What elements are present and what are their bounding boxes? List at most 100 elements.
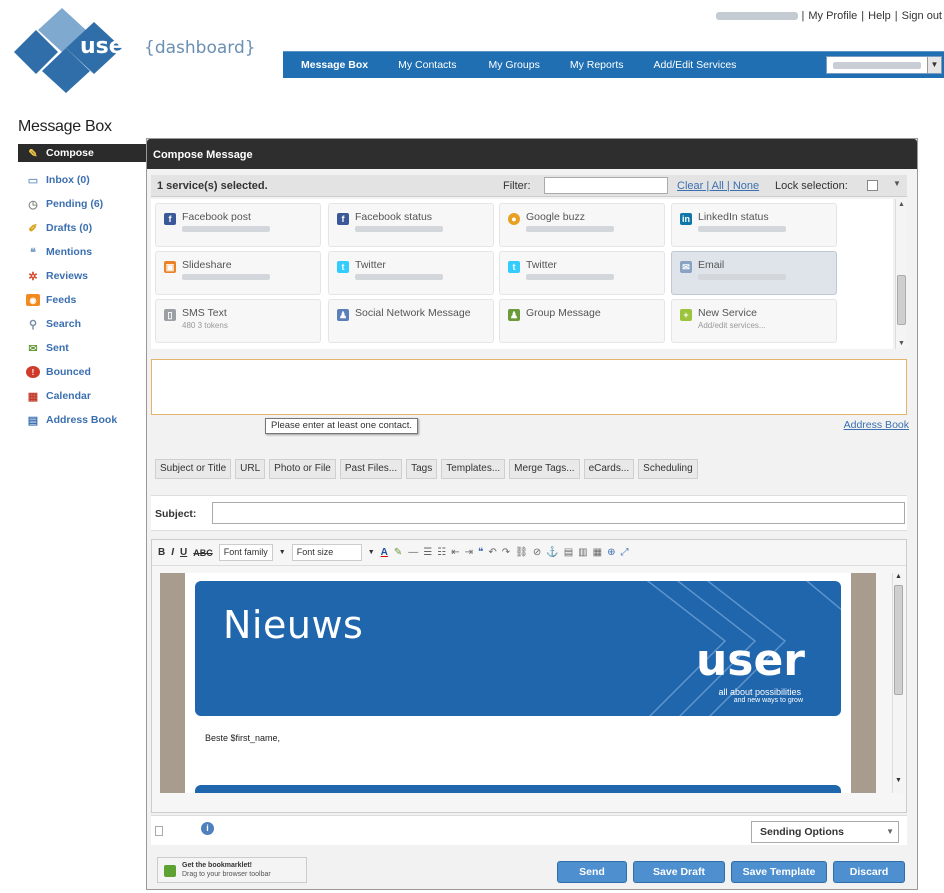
scroll-down-icon[interactable]: ▼ xyxy=(898,340,905,347)
sidebar-item-calendar[interactable]: ▦ Calendar xyxy=(18,384,146,408)
save-template-button[interactable]: Save Template xyxy=(731,861,827,883)
highlight-color-icon[interactable]: ✎ xyxy=(394,547,402,558)
sidebar-item-bounced[interactable]: ! Bounced xyxy=(18,360,146,384)
tab-scheduling[interactable]: Scheduling xyxy=(638,459,698,479)
align-left-icon[interactable]: ▤ xyxy=(564,547,573,558)
service-grid-scrollbar[interactable]: ▲ ▼ xyxy=(895,199,907,349)
font-size-select[interactable]: Font size xyxy=(291,544,362,561)
editor-content-area[interactable]: Nieuws user all about possibilities and … xyxy=(160,573,876,793)
sidebar-item-sent[interactable]: ✉ Sent xyxy=(18,336,146,360)
service-tile-linkedin-status[interactable]: in LinkedIn status xyxy=(671,203,837,247)
options-row: i Sending Options ▼ xyxy=(151,815,907,845)
service-tile-slideshare[interactable]: ▣ Slideshare xyxy=(155,251,321,295)
editor-scrollbar[interactable]: ▲ ▼ xyxy=(892,573,904,793)
scroll-down-icon[interactable]: ▼ xyxy=(895,777,902,784)
newsletter-footer-banner xyxy=(195,785,841,793)
help-link[interactable]: Help xyxy=(868,10,891,22)
scroll-thumb[interactable] xyxy=(894,585,903,695)
subject-input[interactable] xyxy=(212,502,905,524)
outdent-icon[interactable]: ⇤ xyxy=(451,547,459,558)
anchor-icon[interactable]: ⚓ xyxy=(546,547,558,558)
nav-my-contacts[interactable]: My Contacts xyxy=(382,59,470,71)
nav-my-groups[interactable]: My Groups xyxy=(470,59,553,71)
tab-photo-or-file[interactable]: Photo or File xyxy=(269,459,336,479)
my-profile-link[interactable]: My Profile xyxy=(808,10,857,22)
indent-icon[interactable]: ⇥ xyxy=(465,547,473,558)
sidebar-item-inbox[interactable]: ▭ Inbox (0) xyxy=(18,168,146,192)
bold-button[interactable]: B xyxy=(158,547,165,558)
subject-label: Subject: xyxy=(155,508,197,520)
fullscreen-icon[interactable]: ⤢ xyxy=(620,547,628,558)
option-checkbox[interactable] xyxy=(155,826,163,836)
scroll-up-icon[interactable]: ▲ xyxy=(898,201,905,208)
tab-templates[interactable]: Templates... xyxy=(441,459,506,479)
sign-out-link[interactable]: Sign out xyxy=(902,10,942,22)
service-tile-twitter-2[interactable]: t Twitter xyxy=(499,251,665,295)
horizontal-rule-icon[interactable]: — xyxy=(408,547,418,558)
filter-input[interactable] xyxy=(544,177,668,194)
clear-all-none-links[interactable]: Clear | All | None xyxy=(677,180,759,192)
nav-my-reports[interactable]: My Reports xyxy=(554,59,638,71)
font-family-select[interactable]: Font family xyxy=(218,544,273,561)
sending-options-select[interactable]: Sending Options ▼ xyxy=(751,821,899,843)
discard-button[interactable]: Discard xyxy=(833,861,905,883)
service-tile-sms-text[interactable]: ▯ SMS Text 480 3 tokens xyxy=(155,299,321,343)
sidebar-item-address-book[interactable]: ▤ Address Book xyxy=(18,408,146,432)
redo-icon[interactable]: ↷ xyxy=(502,547,510,558)
account-select[interactable]: ▼ xyxy=(826,56,942,74)
bullet-list-icon[interactable]: ☰ xyxy=(423,547,432,558)
text-color-icon[interactable]: A xyxy=(381,547,388,558)
address-book-link[interactable]: Address Book xyxy=(844,419,909,431)
save-draft-button[interactable]: Save Draft xyxy=(633,861,725,883)
service-tile-email[interactable]: ✉ Email xyxy=(671,251,837,295)
lock-selection-checkbox[interactable] xyxy=(867,180,878,191)
chevron-down-icon[interactable]: ▼ xyxy=(893,179,901,188)
tab-ecards[interactable]: eCards... xyxy=(583,459,635,479)
filter-label: Filter: xyxy=(503,179,531,192)
calendar-icon: ▦ xyxy=(27,390,39,403)
align-center-icon[interactable]: ▥ xyxy=(578,547,587,558)
google-buzz-icon: ● xyxy=(508,213,520,225)
spellcheck-icon[interactable]: ⊕ xyxy=(607,547,615,558)
service-tile-social-network-message[interactable]: ♟ Social Network Message xyxy=(328,299,494,343)
tab-url[interactable]: URL xyxy=(235,459,266,479)
chevron-down-icon[interactable]: ▼ xyxy=(368,549,375,556)
sidebar-item-search[interactable]: ⚲ Search xyxy=(18,312,146,336)
service-tile-google-buzz[interactable]: ● Google buzz xyxy=(499,203,665,247)
bookmarklet-link[interactable]: Get the bookmarklet! Drag to your browse… xyxy=(157,857,307,883)
sidebar-item-reviews[interactable]: ✲ Reviews xyxy=(18,264,146,288)
undo-icon[interactable]: ↶ xyxy=(488,547,496,558)
service-tile-twitter-1[interactable]: t Twitter xyxy=(328,251,494,295)
align-right-icon[interactable]: ▦ xyxy=(593,547,602,558)
tab-subject-or-title[interactable]: Subject or Title xyxy=(155,459,232,479)
chevron-down-icon[interactable]: ▼ xyxy=(279,549,286,556)
italic-button[interactable]: I xyxy=(171,547,174,558)
blockquote-icon[interactable]: ❝ xyxy=(478,547,483,558)
numbered-list-icon[interactable]: ☷ xyxy=(437,547,446,558)
sidebar-item-pending[interactable]: ◷ Pending (6) xyxy=(18,192,146,216)
service-tile-group-message[interactable]: ♟ Group Message xyxy=(499,299,665,343)
service-tile-facebook-status[interactable]: f Facebook status xyxy=(328,203,494,247)
info-icon[interactable]: i xyxy=(201,822,214,835)
underline-button[interactable]: U xyxy=(180,547,187,558)
sidebar-item-feeds[interactable]: ◉ Feeds xyxy=(18,288,146,312)
tab-past-files[interactable]: Past Files... xyxy=(339,459,403,479)
contacts-input[interactable] xyxy=(151,359,907,415)
service-tile-facebook-post[interactable]: f Facebook post xyxy=(155,203,321,247)
link-icon[interactable]: ⛓ xyxy=(515,547,528,558)
unlink-icon[interactable]: ⊘ xyxy=(533,547,541,558)
sidebar-item-compose[interactable]: ✎ Compose xyxy=(18,144,146,162)
app-logo[interactable]: user {dashboard} xyxy=(10,8,260,93)
nav-message-box[interactable]: Message Box xyxy=(283,59,382,71)
strikethrough-button[interactable]: ABC xyxy=(193,548,213,558)
scroll-thumb[interactable] xyxy=(897,275,906,325)
sidebar-item-mentions[interactable]: ❝ Mentions xyxy=(18,240,146,264)
service-tile-new-service[interactable]: + New Service Add/edit services... xyxy=(671,299,837,343)
scroll-up-icon[interactable]: ▲ xyxy=(895,573,902,580)
nav-add-edit-services[interactable]: Add/Edit Services xyxy=(638,59,751,71)
tab-merge-tags[interactable]: Merge Tags... xyxy=(509,459,580,479)
tab-tags[interactable]: Tags xyxy=(406,459,438,479)
sidebar-item-drafts[interactable]: ✐ Drafts (0) xyxy=(18,216,146,240)
send-button[interactable]: Send xyxy=(557,861,627,883)
compose-icon: ✎ xyxy=(28,147,38,160)
